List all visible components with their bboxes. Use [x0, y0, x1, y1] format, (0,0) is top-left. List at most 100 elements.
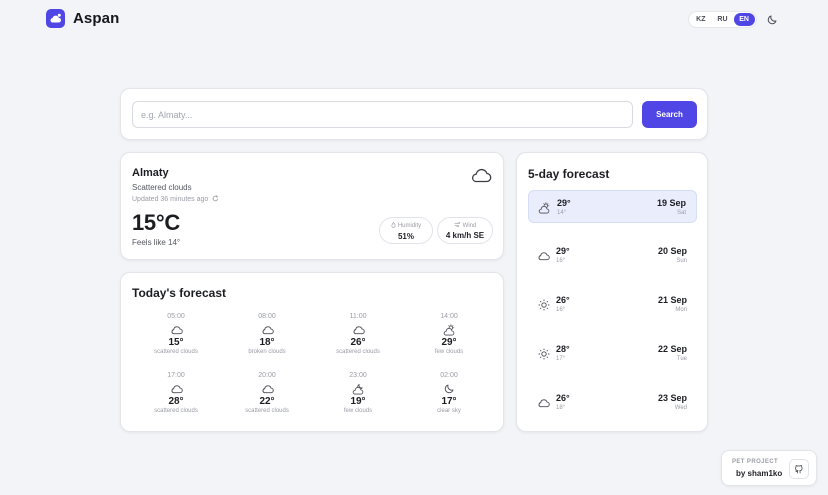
hour-slot: 08:00 18° broken clouds	[222, 313, 312, 355]
hour-temperature: 29°	[441, 337, 457, 348]
hour-time: 20:00	[258, 372, 276, 379]
hour-slot: 23:00 19° few clouds	[313, 372, 403, 414]
logo-cloud-icon	[46, 9, 65, 28]
hour-description: few clouds	[343, 408, 373, 414]
lang-ru-button[interactable]: RU	[712, 13, 733, 26]
humidity-value: 51%	[397, 232, 414, 241]
day-date: 22 Sep	[657, 344, 687, 354]
hour-temperature: 28°	[168, 396, 184, 407]
search-card: Search	[120, 88, 708, 140]
day-date: 23 Sep	[657, 393, 687, 403]
hour-time: 23:00	[349, 372, 367, 379]
cloud-icon	[537, 396, 550, 409]
current-weather-card: Almaty Scattered clouds Updated 36 minut…	[120, 152, 504, 260]
wind-label-row: Wind	[438, 221, 492, 229]
sun-icon	[537, 298, 550, 311]
wind-pill: Wind 4 km/h SE	[437, 217, 493, 244]
sun-cloud-icon	[538, 201, 551, 214]
forecast-day-row[interactable]: 26° 18° 23 Sep Wed	[528, 386, 697, 419]
hour-temperature: 19°	[350, 396, 366, 407]
refresh-icon[interactable]	[212, 195, 219, 204]
wind-icon	[454, 221, 461, 229]
hour-description: clear sky	[437, 408, 461, 414]
day-high: 28°	[556, 344, 570, 354]
day-weekday: Sat	[676, 210, 686, 216]
day-low: 17°	[556, 356, 566, 362]
wind-label: Wind	[462, 222, 477, 229]
app-name: Aspan	[73, 10, 120, 27]
day-low: 16°	[556, 307, 566, 313]
cloud-icon	[131, 382, 221, 395]
cloud-icon	[222, 382, 312, 395]
day-high: 29°	[556, 246, 570, 256]
day-date: 19 Sep	[656, 198, 686, 208]
hour-slot: 14:00 29° few clouds	[404, 313, 494, 355]
hour-time: 05:00	[167, 313, 185, 320]
humidity-label-row: Humidity	[380, 221, 432, 230]
pet-project-badge: PET PROJECT by sham1ko	[721, 450, 817, 486]
day-low: 18°	[556, 405, 566, 411]
day-weekday: Wed	[674, 405, 687, 411]
forecast-day-row[interactable]: 28° 17° 22 Sep Tue	[528, 337, 697, 370]
cloud-icon	[470, 167, 492, 188]
author-credit: by sham1ko	[736, 469, 783, 478]
moon-icon	[404, 382, 494, 395]
five-day-forecast-card: 5-day forecast 29° 14° 19 Sep Sat 29° 16…	[516, 152, 708, 432]
day-low: 16°	[556, 258, 566, 264]
sun-cloud-icon	[404, 323, 494, 336]
search-button[interactable]: Search	[642, 101, 697, 128]
hour-temperature: 22°	[259, 396, 275, 407]
forecast-day-row[interactable]: 26° 16° 21 Sep Mon	[528, 288, 697, 321]
day-weekday: Sun	[676, 258, 687, 264]
current-temperature: 15°C	[132, 210, 180, 235]
pet-project-label: PET PROJECT	[732, 459, 779, 465]
app-logo[interactable]: Aspan	[46, 9, 119, 28]
hour-description: scattered clouds	[336, 349, 380, 355]
city-search-input[interactable]	[132, 101, 633, 128]
github-icon[interactable]	[789, 459, 809, 479]
hour-temperature: 15°	[168, 337, 184, 348]
updated-time: Updated 36 minutes ago	[132, 195, 219, 204]
day-weekday: Tue	[676, 356, 687, 362]
cloud-icon	[131, 323, 221, 336]
today-forecast-card: Today's forecast 05:00 15° scattered clo…	[120, 272, 504, 432]
hour-slot: 02:00 17° clear sky	[404, 372, 494, 414]
updated-text: Updated 36 minutes ago	[132, 196, 209, 203]
hour-time: 08:00	[258, 313, 276, 320]
city-name: Almaty	[132, 167, 169, 179]
hour-slot: 05:00 15° scattered clouds	[131, 313, 221, 355]
day-date: 21 Sep	[657, 295, 687, 305]
hour-temperature: 17°	[441, 396, 457, 407]
cloud-icon	[222, 323, 312, 336]
hour-description: scattered clouds	[154, 349, 198, 355]
forecast-day-row[interactable]: 29° 14° 19 Sep Sat	[528, 190, 697, 223]
cloud-icon	[313, 323, 403, 336]
five-day-forecast-title: 5-day forecast	[528, 167, 610, 181]
today-forecast-title: Today's forecast	[132, 286, 226, 300]
hour-slot: 17:00 28° scattered clouds	[131, 372, 221, 414]
hour-time: 17:00	[167, 372, 185, 379]
hour-slot: 20:00 22° scattered clouds	[222, 372, 312, 414]
day-low: 14°	[557, 210, 567, 216]
moon-cloud-icon	[313, 382, 403, 395]
lang-en-button[interactable]: EN	[733, 13, 755, 26]
weather-description: Scattered clouds	[132, 183, 192, 192]
hour-slot: 11:00 26° scattered clouds	[313, 313, 403, 355]
theme-toggle-moon-icon[interactable]	[766, 13, 778, 25]
lang-kz-button[interactable]: KZ	[690, 13, 711, 26]
hour-description: scattered clouds	[154, 408, 198, 414]
droplet-icon	[391, 221, 396, 230]
hour-description: scattered clouds	[245, 408, 289, 414]
cloud-icon	[537, 249, 550, 262]
hour-description: broken clouds	[248, 349, 286, 355]
language-switcher: KZ RU EN	[688, 11, 757, 28]
hour-time: 14:00	[440, 313, 458, 320]
forecast-day-row[interactable]: 29° 16° 20 Sep Sun	[528, 239, 697, 272]
day-high: 26°	[556, 295, 570, 305]
hour-temperature: 18°	[259, 337, 275, 348]
feels-like: Feels like 14°	[132, 238, 181, 247]
hour-description: few clouds	[434, 349, 464, 355]
hour-temperature: 26°	[350, 337, 366, 348]
hour-time: 11:00	[349, 313, 367, 320]
day-date: 20 Sep	[657, 246, 687, 256]
